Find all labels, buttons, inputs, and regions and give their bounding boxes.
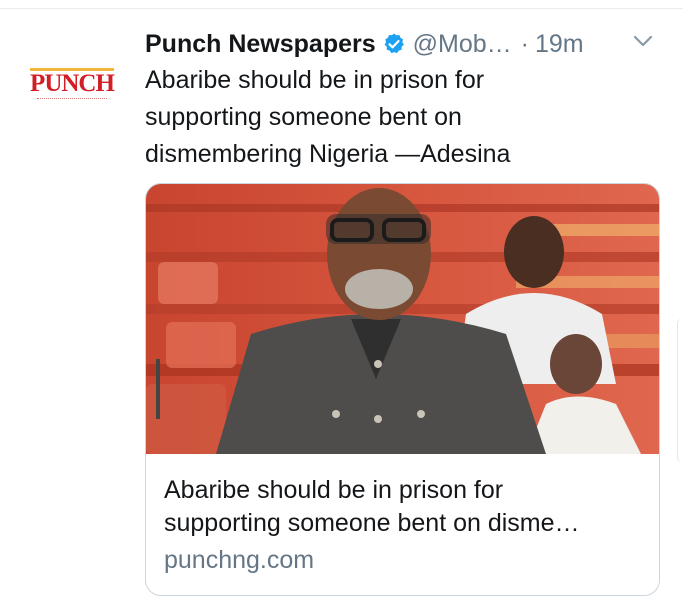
separator-dot: ·	[520, 29, 529, 58]
card-title-line: Abaribe should be in prison for	[164, 476, 504, 504]
avatar[interactable]: PUNCH	[22, 56, 122, 112]
tweet-text-line: supporting someone bent on	[145, 103, 462, 131]
top-divider	[0, 8, 683, 9]
card-body[interactable]: Abaribe should be in prison for supporti…	[146, 454, 659, 595]
avatar-logo: PUNCH	[30, 68, 115, 97]
card-image-photo[interactable]	[146, 184, 660, 454]
tweet-text-line: Abaribe should be in prison for	[145, 66, 485, 94]
verified-badge-icon	[384, 33, 404, 54]
link-card[interactable]: Abaribe should be in prison for supporti…	[145, 183, 660, 596]
tweet-text-line: dismembering Nigeria —Adesina	[145, 140, 511, 168]
tweet-text: Abaribe should be in prison for supporti…	[145, 62, 645, 173]
scrollbar-edge[interactable]	[677, 318, 683, 463]
author-name[interactable]: Punch Newspapers	[145, 30, 376, 59]
card-title-line: supporting someone bent on disme…	[164, 509, 580, 537]
chevron-down-icon[interactable]	[633, 34, 653, 48]
card-domain: punchng.com	[164, 546, 315, 574]
tweet-header: Punch Newspapers @Mob… · 19m	[145, 24, 665, 64]
tweet-timestamp[interactable]: 19m	[535, 30, 584, 59]
author-handle[interactable]: @Mob…	[413, 30, 512, 59]
avatar-tagline-decoration	[37, 98, 107, 100]
